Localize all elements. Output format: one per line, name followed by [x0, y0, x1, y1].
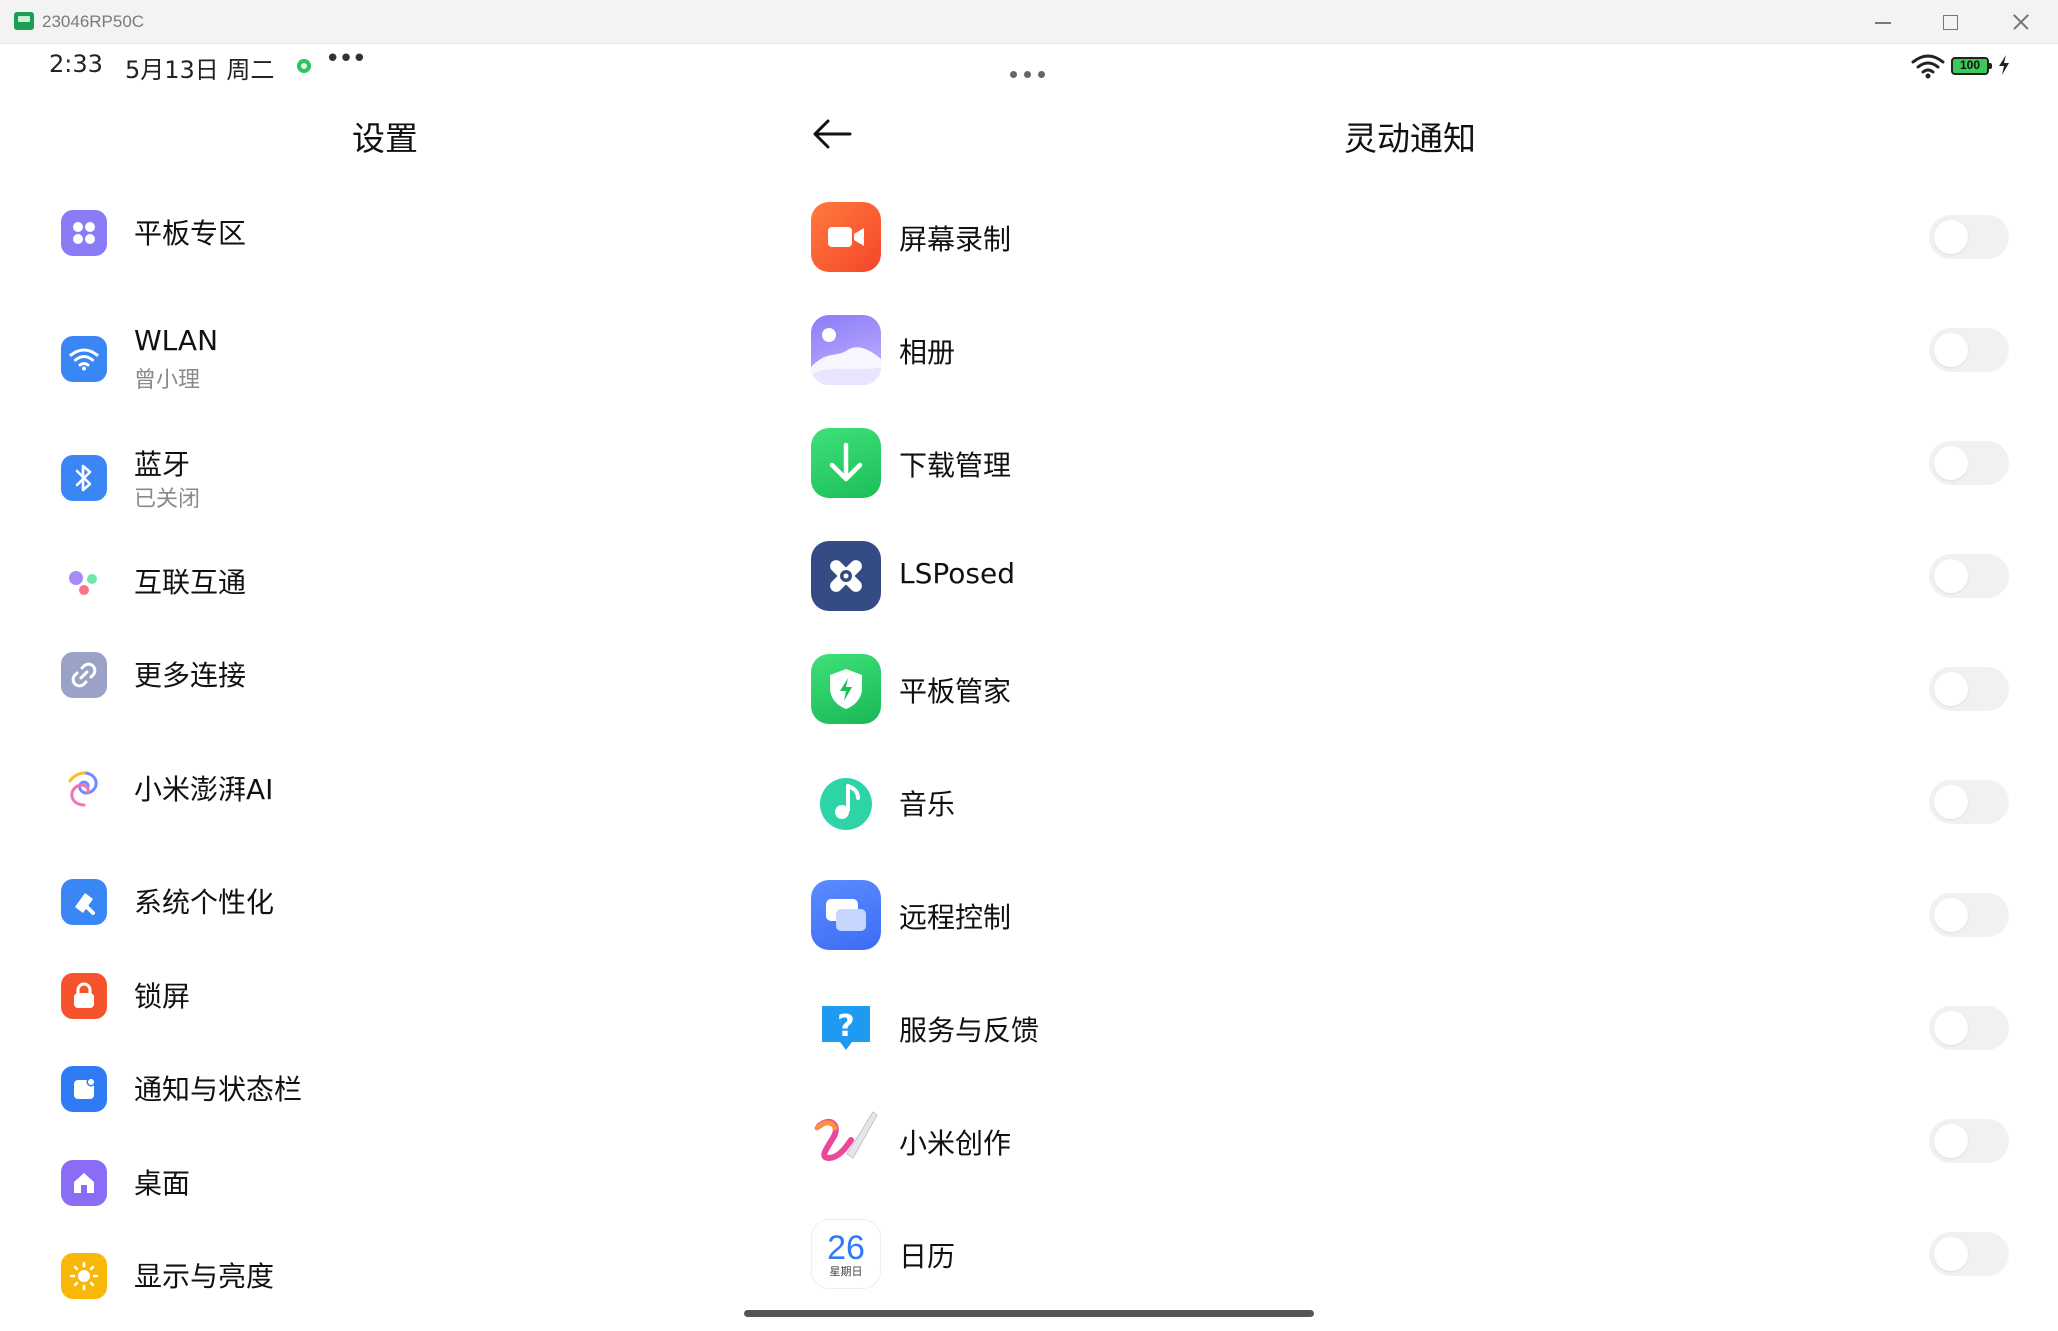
app-row-label: 屏幕录制 — [899, 223, 1012, 256]
window-title: 23046RP50C — [42, 12, 145, 31]
status-time: 2:33 — [49, 50, 103, 78]
download-icon — [811, 428, 881, 498]
maximize-button[interactable] — [1920, 4, 1980, 40]
window-titlebar: 23046RP50C — [0, 0, 2058, 44]
app-row-screen-record[interactable]: 屏幕录制 — [800, 202, 2030, 302]
settings-item-label: 蓝牙 — [134, 448, 191, 481]
hyper-ai-icon — [61, 766, 107, 812]
settings-item-bluetooth[interactable]: 蓝牙 已关闭 — [0, 437, 770, 517]
app-row-remote-control[interactable]: 远程控制 — [800, 880, 2030, 980]
app-row-label: 服务与反馈 — [899, 1014, 1040, 1047]
calendar-icon-weekday: 星期日 — [829, 1265, 863, 1278]
notification-icon — [61, 1066, 107, 1112]
music-icon — [811, 767, 881, 837]
settings-item-label: 桌面 — [134, 1167, 191, 1200]
app-row-lsposed[interactable]: LSPosed — [800, 541, 2030, 641]
music-toggle[interactable] — [1929, 780, 2009, 824]
settings-item-label: 互联互通 — [134, 566, 247, 599]
charging-icon — [1999, 55, 2009, 75]
xiaomi-creation-toggle[interactable] — [1929, 1119, 2009, 1163]
settings-item-display[interactable]: 显示与亮度 — [0, 1235, 770, 1315]
app-row-music[interactable]: 音乐 — [800, 767, 2030, 867]
settings-item-label: WLAN — [134, 324, 219, 357]
settings-item-label: 锁屏 — [134, 980, 191, 1013]
battery-icon: 100 — [1951, 57, 1992, 75]
back-arrow-icon[interactable] — [810, 116, 854, 152]
wifi-status-icon — [1911, 54, 1945, 79]
screen-record-toggle[interactable] — [1929, 215, 2009, 259]
interconnect-icon — [61, 559, 107, 605]
settings-item-notifications[interactable]: 通知与状态栏 — [0, 1048, 770, 1128]
minimize-button[interactable] — [1852, 4, 1912, 40]
app-row-service-feedback[interactable]: ? 服务与反馈 — [800, 993, 2030, 1093]
app-row-label: 音乐 — [899, 788, 956, 821]
screen-record-icon — [811, 202, 881, 272]
wifi-icon — [61, 336, 107, 382]
status-date: 5月13日 周二 — [125, 56, 275, 84]
settings-item-tablet-zone[interactable]: 平板专区 — [0, 192, 770, 272]
app-row-calendar[interactable]: 26 星期日 日历 — [800, 1219, 2030, 1319]
settings-item-label: 平板专区 — [134, 217, 247, 250]
dynamic-notification-title: 灵动通知 — [1344, 119, 1476, 158]
creation-icon — [811, 1106, 881, 1176]
remote-control-toggle[interactable] — [1929, 893, 2009, 937]
settings-item-desktop[interactable]: 桌面 — [0, 1142, 770, 1222]
settings-item-sublabel: 已关闭 — [134, 487, 201, 512]
settings-item-hyper-ai[interactable]: 小米澎湃AI — [0, 748, 770, 828]
close-button[interactable] — [1990, 4, 2050, 40]
status-indicator-icon — [297, 59, 311, 73]
link-icon — [61, 652, 107, 698]
tablet-zone-icon — [61, 210, 107, 256]
settings-item-label: 系统个性化 — [134, 886, 275, 919]
app-row-label: 平板管家 — [899, 675, 1012, 708]
app-row-label: 远程控制 — [899, 901, 1012, 934]
app-row-gallery[interactable]: 相册 — [800, 315, 2030, 415]
settings-item-label: 小米澎湃AI — [134, 773, 274, 806]
app-window-icon — [14, 12, 34, 30]
bluetooth-icon — [61, 455, 107, 501]
calendar-icon-day: 26 — [827, 1229, 865, 1267]
feedback-icon: ? — [811, 993, 881, 1063]
app-row-xiaomi-creation[interactable]: 小米创作 — [800, 1106, 2030, 1206]
status-more-icon: ••• — [325, 44, 367, 74]
settings-item-personalization[interactable]: 系统个性化 — [0, 861, 770, 941]
lsposed-icon — [811, 541, 881, 611]
remote-control-icon — [811, 880, 881, 950]
settings-item-sublabel: 曾小理 — [134, 368, 201, 393]
app-row-label: 下载管理 — [899, 449, 1012, 482]
calendar-toggle[interactable] — [1929, 1232, 2009, 1276]
app-row-label: 相册 — [899, 336, 956, 369]
app-row-label: 日历 — [899, 1240, 956, 1273]
calendar-icon: 26 星期日 — [811, 1219, 881, 1289]
svg-text:?: ? — [837, 1009, 854, 1044]
home-indicator[interactable] — [744, 1310, 1314, 1317]
app-row-label: 小米创作 — [899, 1127, 1012, 1160]
brightness-icon — [61, 1253, 107, 1299]
tablet-manager-toggle[interactable] — [1929, 667, 2009, 711]
settings-item-interconnect[interactable]: 互联互通 — [0, 541, 770, 621]
settings-item-more-connections[interactable]: 更多连接 — [0, 634, 770, 714]
settings-item-label: 显示与亮度 — [134, 1260, 275, 1293]
settings-title: 设置 — [352, 119, 418, 158]
app-row-download[interactable]: 下载管理 — [800, 428, 2030, 528]
settings-item-wlan[interactable]: WLAN 曾小理 — [0, 318, 770, 398]
gallery-toggle[interactable] — [1929, 328, 2009, 372]
brush-icon — [61, 879, 107, 925]
app-row-label: LSPosed — [899, 557, 1015, 590]
app-row-tablet-manager[interactable]: 平板管家 — [800, 654, 2030, 754]
settings-item-label: 更多连接 — [134, 659, 247, 692]
download-toggle[interactable] — [1929, 441, 2009, 485]
lsposed-toggle[interactable] — [1929, 554, 2009, 598]
service-feedback-toggle[interactable] — [1929, 1006, 2009, 1050]
settings-item-label: 通知与状态栏 — [134, 1073, 303, 1106]
multitask-dots-icon[interactable] — [1010, 63, 1052, 82]
gallery-icon — [811, 315, 881, 385]
security-icon — [811, 654, 881, 724]
lock-icon — [61, 973, 107, 1019]
home-icon — [61, 1160, 107, 1206]
settings-item-lock-screen[interactable]: 锁屏 — [0, 955, 770, 1035]
